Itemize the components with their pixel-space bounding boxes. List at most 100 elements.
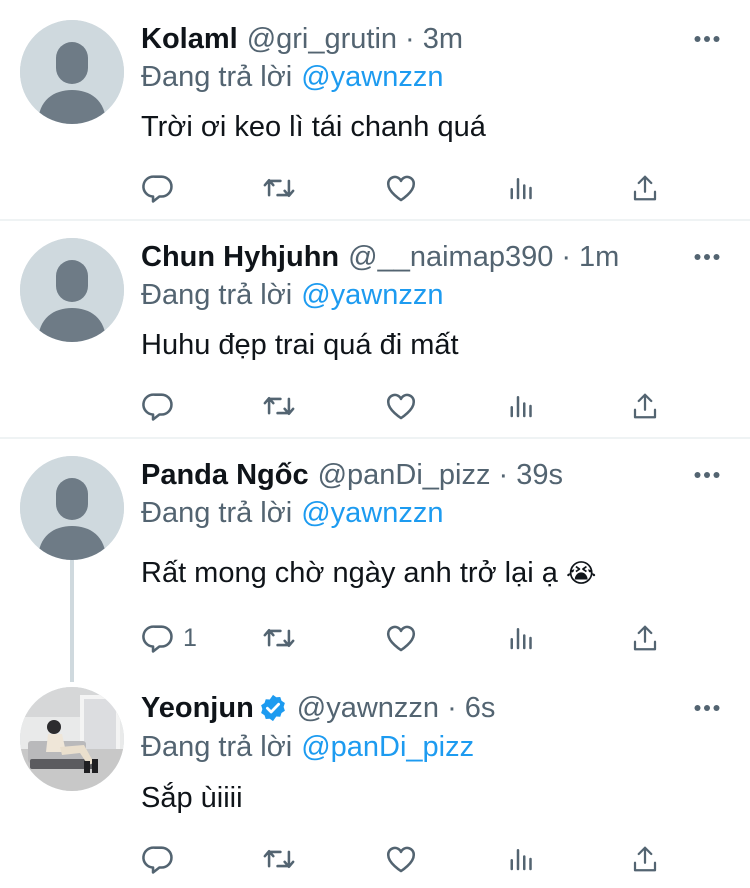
reply-icon [142,625,173,653]
views-icon [510,178,532,200]
action-bar [141,168,681,208]
like-button[interactable] [384,386,418,426]
share-button[interactable] [630,839,660,879]
display-name[interactable]: Yeonjun [141,688,254,728]
more-options-button[interactable] [690,688,724,728]
retweet-button[interactable] [261,839,297,879]
display-name[interactable]: Chun Hyhjuhn [141,237,339,277]
replying-label: Đang trả lời [141,279,293,311]
like-button[interactable] [384,618,418,658]
like-icon [386,393,416,420]
separator-dot: · [447,692,457,724]
tweet[interactable]: Chun Hyhjuhn @__naimap390 · 1m Đang trả … [0,221,750,439]
tweet[interactable]: Kolaml @gri_grutin · 3m Đang trả lời @yaw… [0,0,750,221]
retweet-icon [263,849,295,869]
tweet-header: Panda Ngốc @panDi_pizz · 39s [141,455,730,495]
views-button[interactable] [508,168,538,208]
tweet-text: Trời ơi keo lì tái chanh quá [141,111,486,143]
user-handle[interactable]: @yawnzzn [297,688,439,728]
user-handle[interactable]: @panDi_pizz [318,455,491,495]
retweet-icon [263,396,295,416]
share-icon [633,846,657,872]
replying-to: Đang trả lời @yawnzzn [141,57,443,97]
views-button[interactable] [508,386,538,426]
share-button[interactable] [630,618,660,658]
reply-button[interactable] [141,386,175,426]
retweet-button[interactable] [261,168,297,208]
tweet-text: Huhu đẹp trai quá đi mất [141,329,459,361]
share-button[interactable] [630,168,660,208]
avatar[interactable] [20,20,124,124]
separator-dot: · [498,459,509,491]
avatar[interactable] [20,456,124,560]
share-icon [633,175,657,201]
tweet[interactable]: Yeonjun @yawnzzn · 6s Đang trả lời @panDi… [0,671,750,888]
reply-icon [142,393,173,421]
like-icon [386,846,416,873]
views-button[interactable] [508,618,538,658]
like-button[interactable] [384,839,418,879]
default-avatar-icon [20,20,124,124]
action-bar [141,386,681,426]
retweet-icon [263,628,295,648]
reply-button[interactable] [141,168,175,208]
mention-link[interactable]: @yawnzzn [301,61,443,93]
tweet-text: Rất mong chờ ngày anh trở lại ạ 😭 [141,553,596,594]
avatar[interactable] [20,687,124,791]
more-options-button[interactable] [690,19,724,59]
mention-link[interactable]: @yawnzzn [301,497,443,529]
more-options-button[interactable] [690,455,724,495]
replying-to: Đang trả lời @panDi_pizz [141,727,474,767]
more-dots-icon [694,705,720,711]
avatar[interactable] [20,238,124,342]
display-name[interactable]: Panda Ngốc [141,455,309,495]
more-options-button[interactable] [690,237,724,277]
replying-to: Đang trả lời @yawnzzn [141,275,443,315]
action-bar [141,839,681,879]
replying-label: Đang trả lời [141,497,293,529]
user-handle[interactable]: @gri_grutin [247,19,397,59]
mention-link[interactable]: @yawnzzn [301,279,443,311]
action-bar: 1 [141,618,681,658]
tweet-text-content: Rất mong chờ ngày anh trở lại ạ [141,557,558,589]
user-handle[interactable]: @__naimap390 [348,237,553,277]
reply-icon [142,175,173,203]
display-name[interactable]: Kolaml [141,19,238,59]
default-avatar-icon [20,238,124,342]
retweet-button[interactable] [261,386,297,426]
crying-emoji: 😭 [565,559,597,589]
more-dots-icon [694,36,720,42]
tweet-text: Sắp ùiiii [141,782,243,814]
reply-icon [142,846,173,874]
tweet-header: Chun Hyhjuhn @__naimap390 · 1m [141,237,730,277]
views-icon [510,628,532,650]
timestamp[interactable]: 39s [516,455,563,495]
share-button[interactable] [630,386,660,426]
replying-label: Đang trả lời [141,731,293,763]
more-dots-icon [694,254,720,260]
reply-button[interactable]: 1 [141,618,197,658]
like-icon [386,625,416,652]
default-avatar-icon [20,456,124,560]
replying-to: Đang trả lời @yawnzzn [141,493,443,533]
tweet-header: Kolaml @gri_grutin · 3m [141,19,730,59]
like-icon [386,175,416,202]
views-icon [510,396,532,418]
like-button[interactable] [384,168,418,208]
replying-label: Đang trả lời [141,61,293,93]
reply-button[interactable] [141,839,175,879]
tweet[interactable]: Panda Ngốc @panDi_pizz · 39s Đang trả lờ… [0,439,750,671]
views-icon [510,849,532,871]
more-dots-icon [694,472,720,478]
retweet-button[interactable] [261,618,297,658]
mention-link[interactable]: @panDi_pizz [301,731,474,763]
reply-count: 1 [183,623,197,652]
views-button[interactable] [508,839,538,879]
timestamp[interactable]: 6s [465,688,496,728]
separator-dot: · [405,23,415,55]
timestamp[interactable]: 1m [579,237,619,277]
timestamp[interactable]: 3m [423,19,463,59]
retweet-icon [263,178,295,198]
separator-dot: · [561,241,572,273]
share-icon [633,393,657,419]
